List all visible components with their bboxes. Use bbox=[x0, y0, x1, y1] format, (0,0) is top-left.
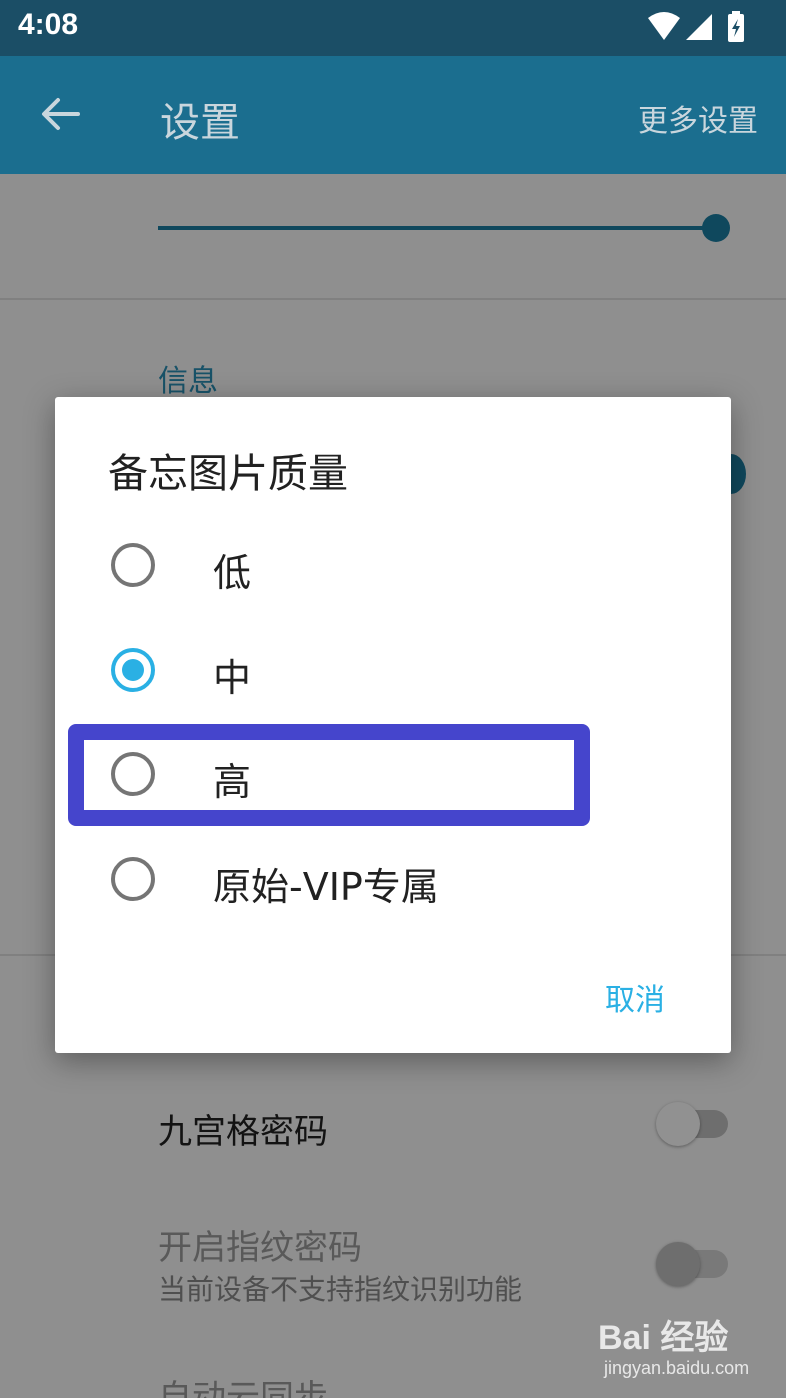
more-settings-button[interactable]: 更多设置 bbox=[638, 96, 758, 140]
baidu-jingyan-watermark: Bai 经验 jingyan.baidu.com bbox=[598, 1310, 768, 1384]
status-time: 4:08 bbox=[18, 8, 79, 41]
option-label: 低 bbox=[213, 551, 252, 595]
option-low[interactable]: 低 bbox=[55, 514, 731, 614]
option-medium[interactable]: 中 bbox=[55, 619, 731, 719]
back-arrow-icon[interactable] bbox=[38, 92, 82, 136]
option-label: 原始-VIP专属 bbox=[213, 865, 439, 909]
watermark-brand: Bai 经验 bbox=[598, 1319, 729, 1357]
page-title: 设置 bbox=[160, 100, 240, 146]
radio-unchecked-icon[interactable] bbox=[111, 857, 155, 901]
app-bar: 设置 更多设置 bbox=[0, 56, 786, 174]
status-bar: 4:08 bbox=[0, 0, 786, 56]
signal-icon bbox=[686, 14, 712, 40]
status-icons bbox=[648, 11, 744, 42]
wifi-icon bbox=[648, 12, 680, 40]
watermark-url: jingyan.baidu.com bbox=[604, 1358, 750, 1378]
radio-unchecked-icon[interactable] bbox=[111, 543, 155, 587]
cancel-button[interactable]: 取消 bbox=[605, 975, 665, 1019]
radio-checked-icon[interactable] bbox=[111, 648, 155, 692]
option-label: 中 bbox=[213, 656, 252, 700]
dialog-title: 备忘图片质量 bbox=[108, 451, 348, 497]
annotation-highlight-box bbox=[68, 724, 590, 826]
battery-charging-icon bbox=[728, 11, 744, 42]
option-original-vip[interactable]: 原始-VIP专属 bbox=[55, 828, 731, 928]
